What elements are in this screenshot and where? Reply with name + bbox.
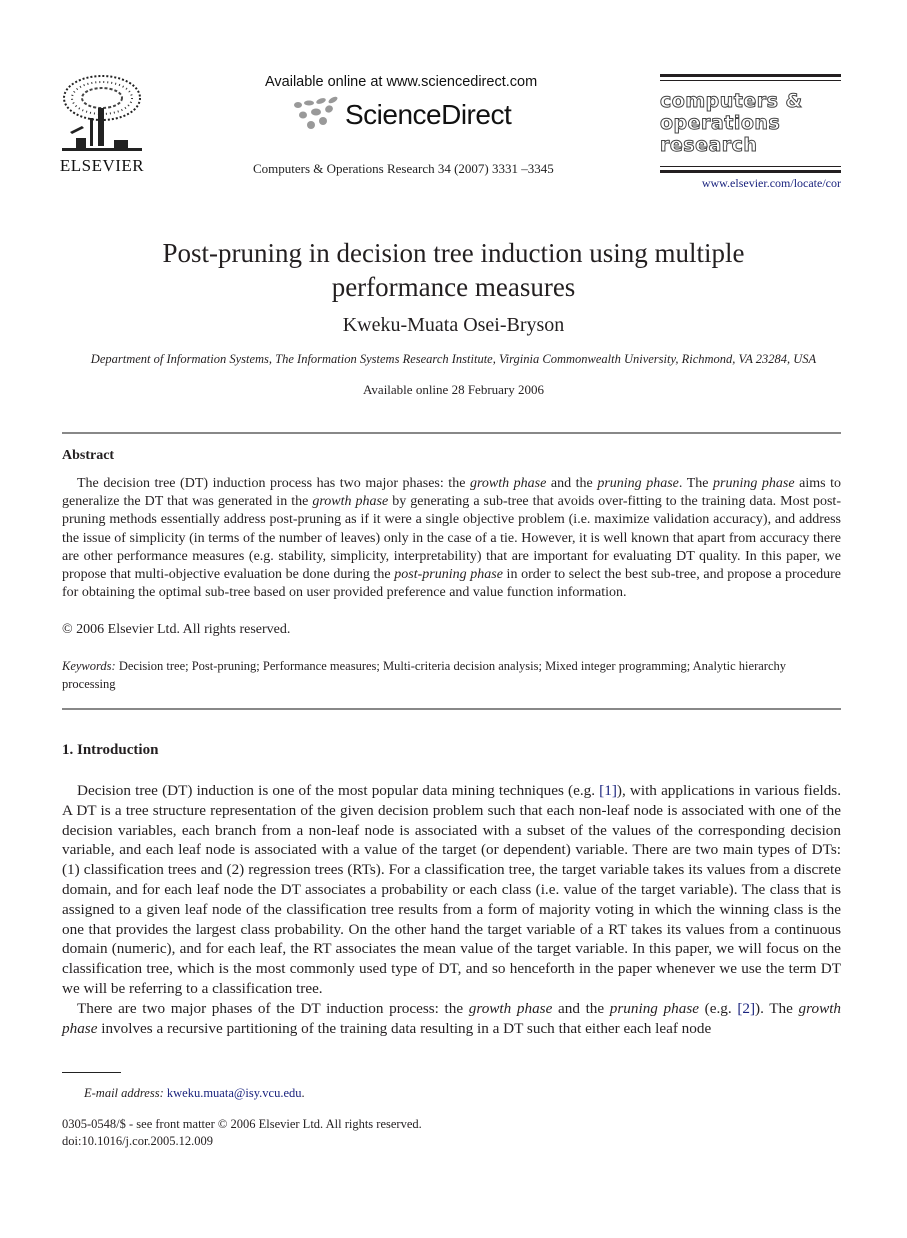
publisher-name: ELSEVIER	[59, 156, 145, 175]
emphasis-term: pruning phase	[609, 999, 699, 1017]
article-title-line: Post-pruning in decision tree induction …	[162, 238, 745, 268]
footnote-rule	[62, 1072, 121, 1073]
emphasis-term: pruning phase	[597, 476, 679, 491]
journal-logo: computers & operations research www.else…	[658, 72, 841, 192]
email-label: E-mail address:	[84, 1086, 164, 1100]
sciencedirect-wordmark: ScienceDirect	[345, 99, 512, 130]
abstract-heading: Abstract	[62, 448, 115, 463]
author-email-footnote: E-mail address: kweku.muata@isy.vcu.edu.	[84, 1086, 305, 1101]
emphasis-term: pruning phase	[713, 476, 795, 491]
available-online-date: Available online 28 February 2006	[363, 382, 544, 397]
rule-decoration	[660, 166, 841, 167]
text-run: (e.g.	[699, 999, 738, 1017]
abstract-paragraph: The decision tree (DT) induction process…	[62, 475, 841, 602]
journal-title-line: research	[660, 134, 758, 157]
text-run: The decision tree (DT) induction process…	[77, 476, 470, 491]
rule-decoration	[660, 74, 841, 77]
elsevier-tree-icon	[62, 75, 142, 151]
sciencedirect-dots-icon	[294, 96, 338, 129]
rule-decoration	[660, 80, 841, 81]
citation-link[interactable]: [1]	[599, 782, 617, 799]
introduction-body: Decision tree (DT) induction is one of t…	[62, 781, 841, 1038]
text-run: and the	[552, 999, 610, 1017]
doi[interactable]: doi:10.1016/j.cor.2005.12.009	[62, 1133, 422, 1150]
text-run: . The	[678, 476, 714, 491]
text-run: involves a recursive partitioning of the…	[97, 1019, 712, 1037]
section-heading-introduction: 1. Introduction	[62, 742, 159, 758]
text-run: ), with applications in various fields. …	[62, 782, 841, 997]
journal-title: computers & operations research	[660, 90, 803, 157]
emphasis-term: growth phase	[312, 494, 389, 510]
abstract-copyright: © 2006 Elsevier Ltd. All rights reserved…	[62, 622, 291, 637]
emphasis-term: growth phase	[469, 476, 547, 491]
body-paragraph: Decision tree (DT) induction is one of t…	[62, 781, 841, 999]
emphasis-term: growth phase	[468, 999, 553, 1017]
author-name: Kweku-Muata Osei-Bryson	[342, 314, 565, 336]
available-online-link[interactable]: Available online at www.sciencedirect.co…	[265, 74, 537, 90]
elsevier-logo: ELSEVIER	[52, 72, 152, 178]
journal-title-line: computers &	[660, 90, 803, 113]
rule-decoration	[660, 170, 841, 173]
journal-title-line: operations	[660, 112, 781, 135]
keywords-list: Decision tree; Post-pruning; Performance…	[62, 659, 786, 691]
sciencedirect-logo[interactable]: ScienceDirect	[293, 95, 533, 137]
abstract-bottom-rule	[62, 708, 841, 710]
citation-link[interactable]: [2]	[737, 1000, 755, 1017]
front-matter: 0305-0548/$ - see front matter © 2006 El…	[62, 1116, 422, 1150]
author-affiliation: Department of Information Systems, The I…	[90, 352, 817, 366]
keywords-label: Keywords:	[62, 659, 116, 673]
abstract-body: The decision tree (DT) induction process…	[62, 475, 841, 602]
text-run: There are two major phases of the DT ind…	[77, 999, 469, 1017]
body-paragraph: There are two major phases of the DT ind…	[62, 999, 841, 1039]
journal-url-link[interactable]: www.elsevier.com/locate/cor	[702, 176, 841, 191]
emphasis-term: post-pruning phase	[394, 567, 503, 583]
text-run: ). The	[755, 999, 799, 1017]
text-run: Decision tree (DT) induction is one of t…	[77, 782, 600, 799]
email-link[interactable]: kweku.muata@isy.vcu.edu	[167, 1086, 302, 1100]
email-suffix: .	[301, 1086, 305, 1100]
keywords: Keywords: Decision tree; Post-pruning; P…	[62, 657, 841, 693]
abstract-top-rule	[62, 432, 841, 434]
issn-copyright: 0305-0548/$ - see front matter © 2006 El…	[62, 1117, 422, 1131]
text-run: and the	[546, 476, 598, 491]
article-title-line: performance measures	[331, 272, 576, 302]
journal-reference: Computers & Operations Research 34 (2007…	[253, 161, 554, 176]
article-title: Post-pruning in decision tree induction …	[60, 236, 847, 304]
